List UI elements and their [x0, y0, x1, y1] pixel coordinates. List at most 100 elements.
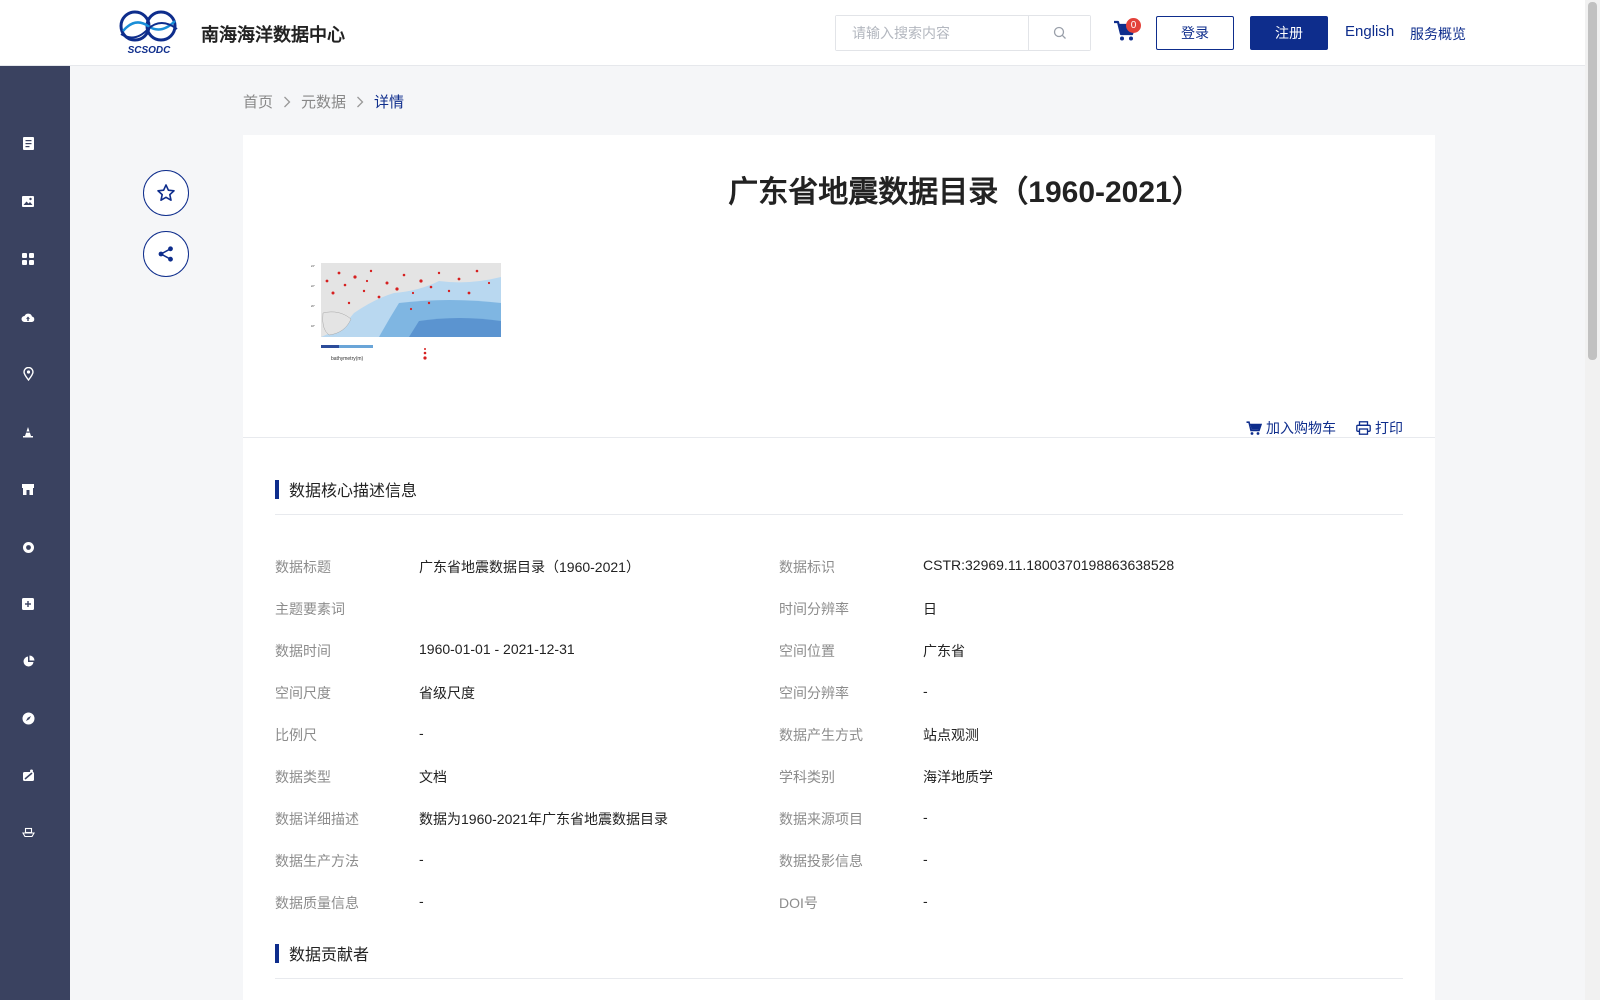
field-label: 数据类型 — [275, 769, 331, 785]
search-icon — [1053, 26, 1066, 39]
shop-icon[interactable] — [20, 481, 36, 497]
grid-icon[interactable] — [20, 251, 36, 267]
field-value: - — [923, 683, 928, 699]
breadcrumb-metadata[interactable]: 元数据 — [301, 91, 346, 112]
field-label: 数据标题 — [275, 559, 331, 575]
cart-icon — [1246, 420, 1262, 435]
info-row: 数据生产方法 - 数据投影信息 - — [275, 851, 1403, 871]
field-value: - — [419, 893, 424, 909]
share-button[interactable] — [143, 231, 189, 277]
breadcrumb-current: 详情 — [374, 94, 405, 111]
field-label: 空间位置 — [779, 643, 835, 659]
svg-text:20°: 20° — [311, 305, 315, 308]
lifebuoy-icon[interactable] — [20, 539, 36, 555]
field-label: DOI号 — [779, 895, 818, 911]
info-row: 空间尺度 省级尺度 空间分辨率 - — [275, 683, 1403, 703]
field-value: - — [923, 893, 928, 909]
section-accent-bar — [275, 479, 279, 499]
satellite-icon[interactable] — [20, 767, 36, 783]
search-box — [835, 15, 1091, 51]
print-button[interactable]: 打印 — [1356, 418, 1403, 438]
site-title[interactable]: 南海海洋数据中心 — [201, 21, 345, 47]
svg-text:18°: 18° — [311, 325, 315, 328]
field-value: - — [419, 725, 424, 741]
service-overview-link[interactable]: 服务概览 — [1410, 24, 1466, 44]
field-label: 数据详细描述 — [275, 811, 359, 827]
cart-count-badge: 0 — [1126, 18, 1141, 33]
detail-actions: 加入购物车 打印 — [1246, 418, 1403, 438]
document-icon[interactable] — [20, 135, 36, 151]
cart-button[interactable]: 0 — [1113, 18, 1141, 46]
left-sidebar — [0, 66, 70, 1000]
image-icon[interactable] — [20, 193, 36, 209]
field-value: - — [923, 851, 928, 867]
english-language-link[interactable]: English — [1345, 23, 1394, 40]
info-row: 比例尺 - 数据产生方式 站点观测 — [275, 725, 1403, 745]
detail-card: 广东省地震数据目录（1960-2021） 24° 22° 20° 18° bathym… — [243, 135, 1435, 1000]
field-label: 数据质量信息 — [275, 895, 359, 911]
field-value: - — [419, 851, 424, 867]
field-label: 空间尺度 — [275, 685, 331, 701]
ship-icon[interactable] — [20, 824, 36, 840]
dataset-title: 广东省地震数据目录（1960-2021） — [728, 176, 1202, 209]
page-scrollbar[interactable] — [1585, 0, 1600, 1000]
search-input[interactable] — [836, 16, 1028, 50]
search-button[interactable] — [1028, 16, 1090, 50]
section-core-info-heading: 数据核心描述信息 — [275, 477, 417, 501]
svg-text:22°: 22° — [311, 285, 315, 288]
compass-icon[interactable] — [20, 710, 36, 726]
add-to-cart-label: 加入购物车 — [1266, 420, 1336, 436]
breadcrumb-home[interactable]: 首页 — [243, 91, 273, 112]
breadcrumb: 首页 元数据 详情 — [243, 91, 404, 112]
info-row: 数据标题 广东省地震数据目录（1960-2021） 数据标识 CSTR:32969.1… — [275, 557, 1403, 577]
plus-box-icon[interactable] — [20, 596, 36, 612]
field-value: CSTR:32969.11.1800370198863638528 — [923, 557, 1175, 573]
section-contributors-title: 数据贡献者 — [289, 947, 370, 964]
field-value: 广东省 — [923, 643, 965, 659]
cloud-upload-icon[interactable] — [20, 309, 36, 325]
print-label: 打印 — [1375, 420, 1403, 436]
field-value: - — [923, 809, 928, 825]
info-row: 主题要素词 时间分辨率 日 — [275, 599, 1403, 619]
field-label: 数据生产方法 — [275, 853, 359, 869]
section-contributors-heading: 数据贡献者 — [275, 941, 369, 965]
field-value: 广东省地震数据目录（1960-2021） — [419, 559, 640, 575]
share-icon — [158, 246, 173, 262]
section-core-info-title: 数据核心描述信息 — [289, 483, 418, 500]
login-button[interactable]: 登录 — [1156, 16, 1234, 50]
field-label: 数据产生方式 — [779, 727, 863, 743]
location-pin-icon[interactable] — [20, 366, 36, 382]
printer-icon — [1356, 421, 1371, 435]
favorite-button[interactable] — [143, 170, 189, 216]
dataset-thumbnail-map[interactable]: 24° 22° 20° 18° bathymetry(m) — [309, 263, 503, 371]
field-label: 时间分辨率 — [779, 601, 849, 617]
chevron-right-icon — [356, 96, 364, 108]
field-label: 比例尺 — [275, 727, 317, 743]
field-label: 空间分辨率 — [779, 685, 849, 701]
info-row: 数据质量信息 - DOI号 - — [275, 893, 1403, 913]
field-value: 1960-01-01 - 2021-12-31 — [419, 641, 575, 657]
chevron-right-icon — [283, 96, 291, 108]
field-value: 数据为1960-2021年广东省地震数据目录 — [419, 811, 668, 827]
pie-chart-icon[interactable] — [20, 653, 36, 669]
field-label: 学科类别 — [779, 769, 835, 785]
field-value: 日 — [923, 601, 937, 617]
add-to-cart-button[interactable]: 加入购物车 — [1246, 418, 1336, 438]
divider — [243, 437, 1435, 438]
field-value: 省级尺度 — [419, 685, 475, 701]
field-label: 数据标识 — [779, 559, 835, 575]
field-value: 文档 — [419, 769, 447, 785]
info-row: 数据类型 文档 学科类别 海洋地质学 — [275, 767, 1403, 787]
site-logo[interactable]: SCSODC — [118, 7, 180, 55]
star-icon — [157, 184, 175, 201]
section-accent-bar — [275, 943, 279, 963]
svg-text:24°: 24° — [311, 265, 315, 268]
info-row: 数据时间 1960-01-01 - 2021-12-31 空间位置 广东省 — [275, 641, 1403, 661]
divider — [275, 514, 1403, 515]
scrollbar-thumb[interactable] — [1588, 2, 1597, 360]
beacon-icon[interactable] — [20, 424, 36, 440]
register-button[interactable]: 注册 — [1250, 16, 1328, 50]
info-row: 数据详细描述 数据为1960-2021年广东省地震数据目录 数据来源项目 - — [275, 809, 1403, 829]
top-header: SCSODC 南海海洋数据中心 0 登录 注册 English 服务概览 — [0, 0, 1585, 66]
logo-text: SCSODC — [128, 45, 172, 55]
